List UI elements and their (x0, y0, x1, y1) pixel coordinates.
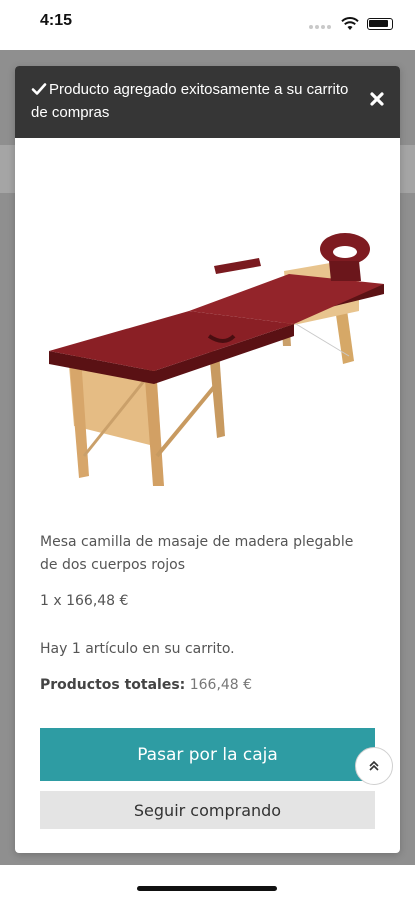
cart-item-count: Hay 1 artículo en su carrito. (40, 641, 235, 657)
product-image (49, 233, 384, 486)
success-message: Producto agregado exitosamente a su carr… (31, 81, 349, 121)
modal-header: Producto agregado exitosamente a su carr… (15, 66, 400, 138)
status-time: 4:15 (40, 12, 73, 29)
add-to-cart-modal: Producto agregado exitosamente a su carr… (15, 66, 400, 853)
product-name: Mesa camilla de masaje de madera plegabl… (40, 534, 354, 573)
product-quantity-price: 1 x 166,48 € (40, 593, 129, 609)
continue-shopping-button[interactable]: Seguir comprando (40, 791, 375, 829)
total-label: Productos totales: (40, 677, 186, 693)
signal-icon (309, 14, 333, 33)
battery-icon (367, 17, 393, 30)
scroll-to-top-button[interactable] (355, 747, 393, 785)
checkout-button[interactable]: Pasar por la caja (40, 728, 375, 781)
home-indicator[interactable] (137, 886, 277, 891)
status-bar: 4:15 (0, 0, 415, 50)
close-icon[interactable] (368, 90, 386, 108)
chevron-up-icon (369, 760, 379, 771)
wifi-icon (341, 16, 359, 30)
status-icons (309, 14, 393, 33)
total-value: 166,48 € (189, 677, 253, 693)
cart-total: Productos totales: 166,48 € (40, 677, 252, 693)
